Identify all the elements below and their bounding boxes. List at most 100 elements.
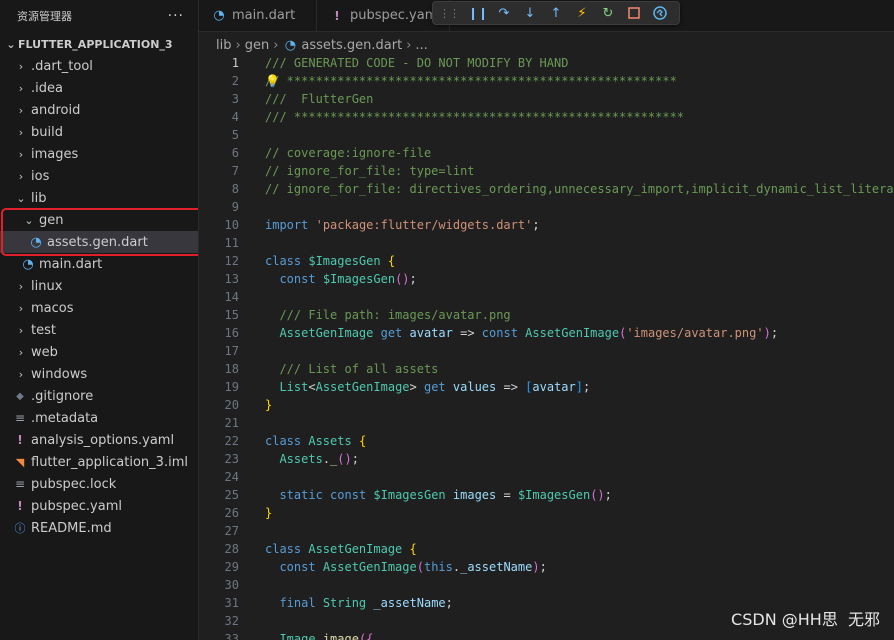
tree-item-lib[interactable]: ⌄ lib <box>0 187 198 209</box>
tab-pubspec-yaml[interactable]: ! pubspec.yam <box>317 0 451 31</box>
tree-item-label: README.md <box>31 520 112 536</box>
tree-item-pubspec-yaml[interactable]: ! pubspec.yaml <box>0 495 198 517</box>
chevron-right-icon: › <box>18 103 24 117</box>
tree-item-web[interactable]: › web <box>0 341 198 363</box>
tree-item-gitignore[interactable]: ◆ .gitignore <box>0 385 198 407</box>
tree-item-analysis-options-yaml[interactable]: ! analysis_options.yaml <box>0 429 198 451</box>
step-into-icon[interactable]: ↓ <box>517 2 543 24</box>
line-content: } <box>265 504 272 522</box>
code-token: ; <box>770 326 779 340</box>
tree-item-flutter-application-3-iml[interactable]: ◥ flutter_application_3.iml <box>0 451 198 473</box>
tree-item-readme-md[interactable]: ⓘ README.md <box>0 517 198 539</box>
tree-item-dart-tool[interactable]: › .dart_tool <box>0 55 198 77</box>
line-number: 24 <box>224 470 239 484</box>
code-line[interactable]: 22 class Assets { <box>199 432 894 450</box>
chevron-down-icon: ⌄ <box>16 191 26 205</box>
tree-item-main-dart[interactable]: ◔ main.dart <box>0 253 198 275</box>
hot-reload-icon[interactable]: ⚡ <box>569 2 595 24</box>
drag-handle-icon[interactable]: ⋮⋮ <box>439 7 460 20</box>
git-icon: ◆ <box>16 390 24 402</box>
tree-item-ios[interactable]: › ios <box>0 165 198 187</box>
tree-item-android[interactable]: › android <box>0 99 198 121</box>
breadcrumb-gen[interactable]: gen <box>245 38 270 53</box>
chevron-right-icon: › <box>235 37 241 53</box>
line-content: import 'package:flutter/widgets.dart'; <box>265 216 540 234</box>
code-line[interactable]: 7 // ignore_for_file: type=lint <box>199 162 894 180</box>
breadcrumb-lib[interactable]: lib <box>216 38 231 53</box>
tree-item-test[interactable]: › test <box>0 319 198 341</box>
code-line[interactable]: 13 const $ImagesGen(); <box>199 270 894 288</box>
code-line[interactable]: 19 List<AssetGenImage> get values => [av… <box>199 378 894 396</box>
code-line[interactable]: 33 Image image({ <box>199 630 894 640</box>
code-token: _assetName <box>373 596 446 610</box>
line-number: 32 <box>224 614 239 628</box>
code-line[interactable]: 4 /// ***********************************… <box>199 108 894 126</box>
code-token: /// List of all assets <box>279 362 439 376</box>
tree-item-idea[interactable]: › .idea <box>0 77 198 99</box>
code-line[interactable]: 21 <box>199 414 894 432</box>
code-line[interactable]: 30 <box>199 576 894 594</box>
code-line[interactable]: 10 import 'package:flutter/widgets.dart'; <box>199 216 894 234</box>
step-over-icon[interactable]: ↷ <box>491 2 517 24</box>
code-line[interactable]: 14 <box>199 288 894 306</box>
breadcrumb-more[interactable]: ... <box>415 38 427 53</box>
tree-item-assets-gen-dart[interactable]: ◔ assets.gen.dart <box>0 231 198 253</box>
code-line[interactable]: 23 Assets._(); <box>199 450 894 468</box>
code-token: AssetGenImage <box>525 326 620 340</box>
code-line[interactable]: 24 <box>199 468 894 486</box>
tree-item-linux[interactable]: › linux <box>0 275 198 297</box>
pause-icon[interactable]: ❙❙ <box>465 2 491 24</box>
code-editor[interactable]: 1 /// GENERATED CODE - DO NOT MODIFY BY H… <box>199 54 894 640</box>
more-actions-icon[interactable]: ··· <box>168 8 184 24</box>
restart-icon[interactable]: ↻ <box>595 2 621 24</box>
code-line[interactable]: 9 <box>199 198 894 216</box>
code-line[interactable]: 29 const AssetGenImage(this._assetName); <box>199 558 894 576</box>
code-line[interactable]: 12 class $ImagesGen { <box>199 252 894 270</box>
step-out-icon[interactable]: ↑ <box>543 2 569 24</box>
code-line[interactable]: 8 // ignore_for_file: directives_ordering… <box>199 180 894 198</box>
code-line[interactable]: 27 <box>199 522 894 540</box>
tree-item-gen[interactable]: ⌄ gen <box>0 209 198 231</box>
code-line[interactable]: 25 static const $ImagesGen images = $Ima… <box>199 486 894 504</box>
tree-item-macos[interactable]: › macos <box>0 297 198 319</box>
tree-item-images[interactable]: › images <box>0 143 198 165</box>
code-token: AssetGenImage <box>315 380 410 394</box>
breadcrumb-file[interactable]: ◔ assets.gen.dart <box>282 38 402 53</box>
lightbulb-icon[interactable]: 💡 <box>265 72 280 90</box>
code-line[interactable]: 16 AssetGenImage get avatar => const Ass… <box>199 324 894 342</box>
code-line[interactable]: 15 /// File path: images/avatar.png <box>199 306 894 324</box>
code-token: } <box>265 398 273 412</box>
stop-icon[interactable] <box>621 2 647 24</box>
line-number: 20 <box>224 398 239 412</box>
tree-item-label: pubspec.yaml <box>31 498 122 514</box>
code-line[interactable]: 1 /// GENERATED CODE - DO NOT MODIFY BY H… <box>199 54 894 72</box>
tab-main-dart[interactable]: ◔ main.dart <box>199 0 317 31</box>
list-icon: ≡ <box>14 411 26 425</box>
tree-item-build[interactable]: › build <box>0 121 198 143</box>
code-line[interactable]: 2 // ************************************… <box>199 72 894 90</box>
dart-icon: ◔ <box>30 234 42 250</box>
code-line[interactable]: 17 <box>199 342 894 360</box>
tree-item-pubspec-lock[interactable]: ≡ pubspec.lock <box>0 473 198 495</box>
code-line[interactable]: 6 // coverage:ignore-file <box>199 144 894 162</box>
code-token: class <box>265 542 302 556</box>
project-root[interactable]: ⌄ FLUTTER_APPLICATION_3 <box>0 33 198 55</box>
code-line[interactable]: 3 /// FlutterGen <box>199 90 894 108</box>
devtools-icon[interactable] <box>647 2 673 24</box>
code-line[interactable]: 11 <box>199 234 894 252</box>
line-content: List<AssetGenImage> get values => [avata… <box>265 378 590 396</box>
chevron-right-icon: › <box>18 81 24 95</box>
code-line[interactable]: 5 <box>199 126 894 144</box>
tree-item-windows[interactable]: › windows <box>0 363 198 385</box>
code-token: // *************************************… <box>265 74 677 88</box>
code-line[interactable]: 20} <box>199 396 894 414</box>
line-content: /// FlutterGen <box>265 90 373 108</box>
tree-item-metadata[interactable]: ≡ .metadata <box>0 407 198 429</box>
code-line[interactable]: 18 /// List of all assets <box>199 360 894 378</box>
code-line[interactable]: 26} <box>199 504 894 522</box>
code-line[interactable]: 28 class AssetGenImage { <box>199 540 894 558</box>
